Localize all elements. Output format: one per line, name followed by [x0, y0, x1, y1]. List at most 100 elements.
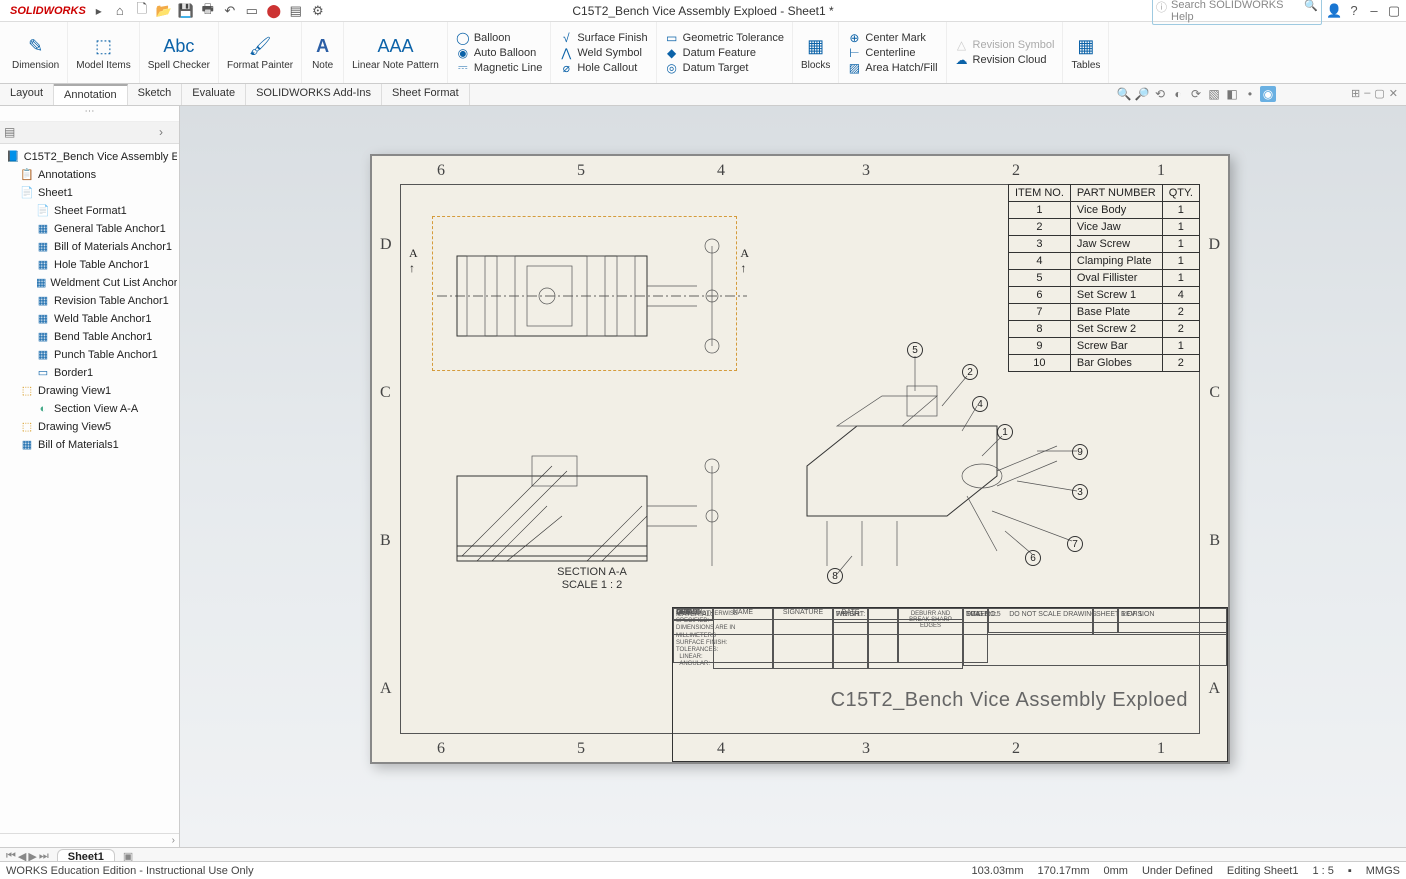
gear-icon[interactable]: ⚙ — [310, 3, 326, 19]
status-units[interactable]: MMGS — [1366, 865, 1400, 877]
bom-row[interactable]: 8Set Screw 22 — [1008, 321, 1199, 338]
tree-node[interactable]: ▦Revision Table Anchor1 — [2, 292, 177, 310]
tree-node[interactable]: ▦Weldment Cut List Anchor — [2, 274, 177, 292]
prev-view-icon[interactable]: ⟲ — [1152, 86, 1168, 102]
tree-node[interactable]: 📄Sheet1 — [2, 184, 177, 202]
bom-row[interactable]: 1Vice Body1 — [1008, 202, 1199, 219]
panel-expand-icon[interactable]: › — [159, 125, 175, 141]
tree-node[interactable]: ▦Hole Table Anchor1 — [2, 256, 177, 274]
tab-addins[interactable]: SOLIDWORKS Add-Ins — [246, 84, 382, 105]
win-split-icon[interactable]: ⊞ — [1351, 87, 1360, 100]
balloon[interactable]: 1 — [997, 424, 1013, 440]
drawing-view-1[interactable]: A↑ A↑ — [437, 226, 747, 366]
feature-tree[interactable]: 📘C15T2_Bench Vice Assembly Expl 📋Annotat… — [0, 144, 179, 833]
format-painter-button[interactable]: 🖌 Format Painter — [219, 22, 302, 83]
open-icon[interactable]: 📂 — [156, 3, 172, 19]
section-icon[interactable]: ◐ — [1170, 86, 1186, 102]
minimize-icon[interactable]: – — [1366, 3, 1382, 18]
view-settings-icon[interactable]: • — [1242, 86, 1258, 102]
undo-icon[interactable]: ↶ — [222, 3, 238, 19]
list-icon[interactable]: ▤ — [288, 3, 304, 19]
apply-scene-icon[interactable]: ◧ — [1224, 86, 1240, 102]
bom-table[interactable]: ITEM NO.PART NUMBERQTY. 1Vice Body12Vice… — [1008, 184, 1200, 372]
help-search[interactable]: ⓘ Search SOLIDWORKS Help 🔍 — [1152, 0, 1322, 25]
bom-row[interactable]: 4Clamping Plate1 — [1008, 253, 1199, 270]
linear-note-pattern-button[interactable]: AAA Linear Note Pattern — [344, 22, 448, 83]
geotol-button[interactable]: ▭Geometric Tolerance — [665, 31, 784, 45]
bom-row[interactable]: 5Oval Fillister1 — [1008, 270, 1199, 287]
note-button[interactable]: A Note — [302, 22, 344, 83]
win-max-icon[interactable]: ▢ — [1374, 87, 1384, 100]
tree-node[interactable]: 📋Annotations — [2, 166, 177, 184]
centerline-button[interactable]: ⊢Centerline — [847, 46, 937, 60]
tree-node[interactable]: ▦Bill of Materials Anchor1 — [2, 238, 177, 256]
panel-scrollbar[interactable]: › — [0, 833, 179, 847]
user-icon[interactable]: 👤 — [1326, 3, 1342, 19]
balloon[interactable]: 8 — [827, 568, 843, 584]
model-items-button[interactable]: ⬚ Model Items — [68, 22, 139, 83]
save-icon[interactable]: 💾 — [178, 3, 194, 19]
home-icon[interactable]: ⌂ — [112, 3, 128, 19]
tree-root[interactable]: 📘C15T2_Bench Vice Assembly Expl — [2, 148, 177, 166]
print-icon[interactable]: 🖶 — [200, 3, 216, 19]
rebuild-icon[interactable]: ⬤ — [266, 3, 282, 19]
magnetic-line-button[interactable]: ⎓Magnetic Line — [456, 61, 543, 75]
tree-node[interactable]: 📄Sheet Format1 — [2, 202, 177, 220]
revision-cloud-button[interactable]: ☁Revision Cloud — [955, 53, 1055, 67]
tab-layout[interactable]: Layout — [0, 84, 54, 105]
auto-balloon-button[interactable]: ◉Auto Balloon — [456, 46, 543, 60]
tree-node[interactable]: ⬚Drawing View5 — [2, 418, 177, 436]
tab-sketch[interactable]: Sketch — [128, 84, 183, 105]
area-hatch-button[interactable]: ▨Area Hatch/Fill — [847, 61, 937, 75]
panel-collapse[interactable]: ⋯ — [0, 106, 179, 122]
section-view-aa[interactable] — [437, 446, 747, 586]
balloon-button[interactable]: ◯Balloon — [456, 31, 543, 45]
balloon[interactable]: 6 — [1025, 550, 1041, 566]
graphics-area[interactable]: 6 5 4 3 2 1 6 5 4 3 2 1 D C B A D C B A — [180, 106, 1406, 847]
restore-icon[interactable]: ▢ — [1386, 3, 1402, 19]
zoom-fit-icon[interactable]: 🔍 — [1116, 86, 1132, 102]
bom-row[interactable]: 3Jaw Screw1 — [1008, 236, 1199, 253]
bom-row[interactable]: 9Screw Bar1 — [1008, 338, 1199, 355]
new-doc-icon[interactable]: 🗋 — [134, 3, 150, 19]
balloon[interactable]: 9 — [1072, 444, 1088, 460]
tree-node[interactable]: ▦Bill of Materials1 — [2, 436, 177, 454]
display-icon[interactable]: ⟳ — [1188, 86, 1204, 102]
tree-node[interactable]: ▦Punch Table Anchor1 — [2, 346, 177, 364]
tab-sheetformat[interactable]: Sheet Format — [382, 84, 470, 105]
hide-icon[interactable]: ▧ — [1206, 86, 1222, 102]
balloon[interactable]: 3 — [1072, 484, 1088, 500]
weld-symbol-button[interactable]: ⋀Weld Symbol — [559, 46, 647, 60]
balloon[interactable]: 2 — [962, 364, 978, 380]
zoom-area-icon[interactable]: 🔎 — [1134, 86, 1150, 102]
surface-finish-button[interactable]: √Surface Finish — [559, 31, 647, 45]
title-block[interactable]: UNLESS OTHERWISE SPECIFIED: DIMENSIONS A… — [672, 607, 1228, 762]
tables-button[interactable]: ▦ Tables — [1063, 22, 1109, 83]
viewport-icon[interactable]: ◉ — [1260, 86, 1276, 102]
menu-arrow-icon[interactable]: ▸ — [96, 4, 102, 18]
tree-node[interactable]: ▦General Table Anchor1 — [2, 220, 177, 238]
datum-feature-button[interactable]: ◆Datum Feature — [665, 46, 784, 60]
fm-tree-icon[interactable]: ▤ — [4, 125, 20, 141]
balloon[interactable]: 4 — [972, 396, 988, 412]
spell-checker-button[interactable]: Abc Spell Checker — [140, 22, 219, 83]
tree-node[interactable]: ◐Section View A-A — [2, 400, 177, 418]
balloon[interactable]: 7 — [1067, 536, 1083, 552]
tab-evaluate[interactable]: Evaluate — [182, 84, 246, 105]
balloon[interactable]: 5 — [907, 342, 923, 358]
bom-row[interactable]: 6Set Screw 14 — [1008, 287, 1199, 304]
tree-node[interactable]: ▭Border1 — [2, 364, 177, 382]
blocks-button[interactable]: ▦ Blocks — [793, 22, 839, 83]
hole-callout-button[interactable]: ⌀Hole Callout — [559, 61, 647, 75]
center-mark-button[interactable]: ⊕Center Mark — [847, 31, 937, 45]
tree-node[interactable]: ▦Weld Table Anchor1 — [2, 310, 177, 328]
select-icon[interactable]: ▭ — [244, 3, 260, 19]
help-icon[interactable]: ? — [1346, 3, 1362, 18]
datum-target-button[interactable]: ◎Datum Target — [665, 61, 784, 75]
rev-symbol-button[interactable]: △Revision Symbol — [955, 38, 1055, 52]
win-min-icon[interactable]: – — [1364, 87, 1370, 100]
bom-row[interactable]: 10Bar Globes2 — [1008, 355, 1199, 372]
tree-node[interactable]: ▦Bend Table Anchor1 — [2, 328, 177, 346]
win-close-icon[interactable]: ✕ — [1389, 87, 1398, 100]
bom-row[interactable]: 2Vice Jaw1 — [1008, 219, 1199, 236]
